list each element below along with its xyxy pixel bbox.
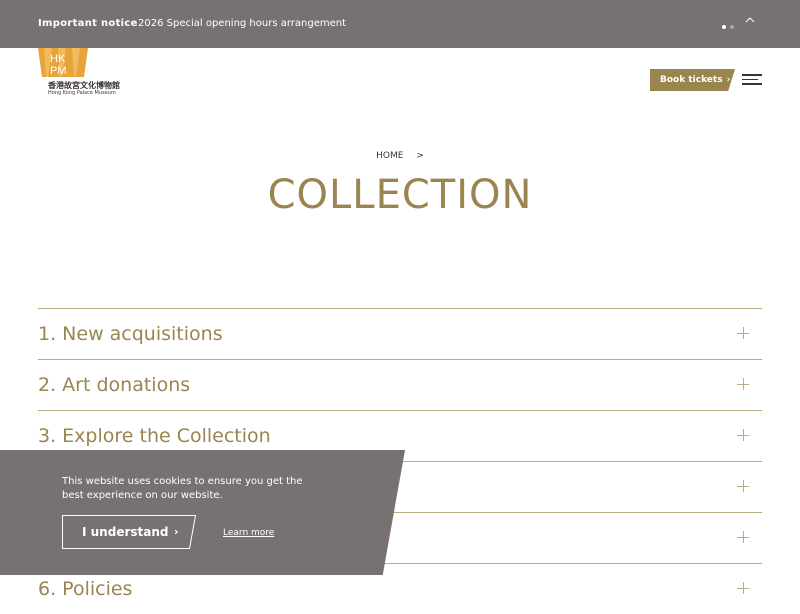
accordion-item-new-acquisitions[interactable]: 1. New acquisitions <box>38 308 762 359</box>
cookie-banner: This website uses cookies to ensure you … <box>0 450 405 575</box>
breadcrumb-home-link[interactable]: HOME <box>376 151 403 161</box>
book-tickets-button[interactable]: Book tickets › <box>650 69 735 91</box>
accordion-item-label: 1. New acquisitions <box>38 323 223 345</box>
plus-icon[interactable] <box>737 378 749 390</box>
logo-english-name: Hong Kong Palace Museum <box>48 90 116 96</box>
i-understand-button[interactable]: I understand › <box>62 515 196 549</box>
learn-more-link[interactable]: Learn more <box>223 528 274 538</box>
plus-icon[interactable] <box>737 582 749 594</box>
hamburger-menu-icon[interactable] <box>742 74 762 86</box>
accordion-item-label: 3. Explore the Collection <box>38 425 271 447</box>
pager-dot[interactable] <box>730 25 734 29</box>
chevron-right-icon: › <box>726 75 731 85</box>
accordion-item-label: 2. Art donations <box>38 374 191 396</box>
svg-text:PM: PM <box>50 65 67 77</box>
notice-label: Important notice <box>38 18 138 29</box>
plus-icon[interactable] <box>737 531 749 543</box>
i-understand-label: I understand <box>82 525 169 539</box>
accordion-item-label: 6. Policies <box>38 578 133 600</box>
chevron-up-icon[interactable] <box>745 15 755 25</box>
book-tickets-label: Book tickets <box>660 75 723 85</box>
plus-icon[interactable] <box>737 429 749 441</box>
notice-bar: Important notice 2026 Special opening ho… <box>0 0 800 48</box>
cookie-message: This website uses cookies to ensure you … <box>62 476 303 501</box>
svg-text:HK: HK <box>50 53 66 65</box>
page-title: COLLECTION <box>267 172 533 218</box>
plus-icon[interactable] <box>737 480 749 492</box>
chevron-right-icon: › <box>174 525 179 538</box>
pager-dots-icon[interactable] <box>722 21 738 32</box>
accordion-item-art-donations[interactable]: 2. Art donations <box>38 359 762 410</box>
pager-dot-active[interactable] <box>722 25 726 29</box>
notice-message-link[interactable]: 2026 Special opening hours arrangement <box>138 18 346 29</box>
plus-icon[interactable] <box>737 327 749 339</box>
logo-mark: HK PM <box>38 48 88 77</box>
breadcrumb-separator: > <box>416 151 424 161</box>
museum-logo[interactable]: HK PM 香港故宮文化博物館 Hong Kong Palace Museum <box>38 48 138 100</box>
breadcrumb: HOME > <box>0 151 800 161</box>
